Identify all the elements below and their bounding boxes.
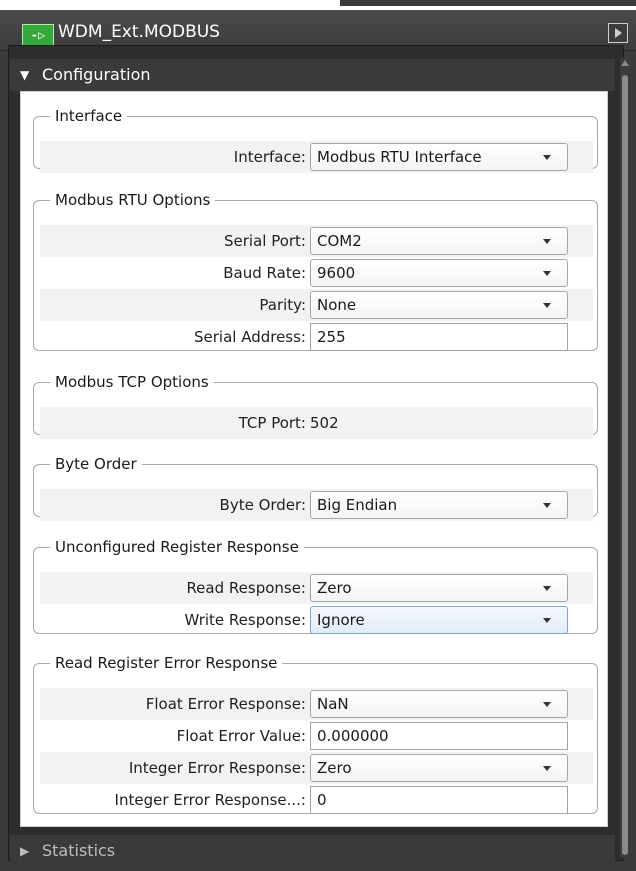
chevron-down-icon (543, 503, 551, 508)
chevron-down-icon (543, 766, 551, 771)
float-error-response-dropdown[interactable]: NaN (310, 690, 568, 718)
top-dark-bar (340, 0, 636, 6)
parity-label: Parity: (259, 296, 306, 314)
parity-dropdown[interactable]: None (310, 291, 568, 319)
configuration-content: Interface Interface: Modbus RTU Interfac… (20, 91, 608, 827)
float-error-response-value: NaN (317, 695, 349, 713)
chevron-down-icon (543, 271, 551, 276)
serial-port-dropdown[interactable]: COM2 (310, 227, 568, 255)
unconfigured-register-group: Unconfigured Register Response Read Resp… (33, 538, 598, 634)
chevron-down-icon (543, 586, 551, 591)
float-error-value-row: Float Error Value: 0.000000 (40, 720, 593, 752)
write-response-row: Write Response: Ignore (40, 604, 593, 636)
read-register-error-group: Read Register Error Response Float Error… (33, 654, 598, 814)
serial-address-input[interactable]: 255 (310, 323, 568, 351)
statistics-section-label: Statistics (42, 841, 116, 860)
read-register-error-legend: Read Register Error Response (55, 654, 278, 672)
tcp-port-value: 502 (310, 414, 339, 432)
write-response-value: Ignore (317, 611, 365, 629)
top-strip (0, 0, 636, 10)
write-response-label: Write Response: (184, 611, 306, 629)
integer-error-response-label: Integer Error Response: (128, 759, 306, 777)
tcp-port-label: TCP Port: (238, 414, 306, 432)
modbus-app-icon: -▷ (22, 24, 54, 46)
float-error-value-value: 0.000000 (317, 727, 389, 745)
rtu-options-legend: Modbus RTU Options (55, 191, 211, 209)
float-error-response-row: Float Error Response: NaN (40, 688, 593, 720)
integer-error-response-value-value: 0 (317, 791, 327, 809)
tcp-port-row: TCP Port: 502 (40, 407, 593, 439)
byte-order-row: Byte Order: Big Endian (40, 489, 593, 521)
integer-error-response-value: Zero (317, 759, 352, 777)
tcp-options-legend: Modbus TCP Options (55, 373, 209, 391)
chevron-down-icon (543, 239, 551, 244)
serial-port-label: Serial Port: (223, 232, 306, 250)
byte-order-dropdown[interactable]: Big Endian (310, 491, 568, 519)
baud-rate-row: Baud Rate: 9600 (40, 257, 593, 289)
read-response-label: Read Response: (186, 579, 306, 597)
integer-error-response-dropdown[interactable]: Zero (310, 754, 568, 782)
configuration-section-label: Configuration (42, 65, 151, 84)
tcp-options-group: Modbus TCP Options TCP Port: 502 (33, 373, 598, 439)
baud-rate-label: Baud Rate: (223, 264, 306, 282)
parity-value: None (317, 296, 357, 314)
interface-row: Interface: Modbus RTU Interface (40, 141, 593, 173)
interface-value: Modbus RTU Interface (317, 148, 482, 166)
serial-address-row: Serial Address: 255 (40, 321, 593, 353)
interface-group: Interface Interface: Modbus RTU Interfac… (33, 107, 598, 173)
integer-error-response-value-label: Integer Error Response...: (114, 791, 306, 809)
byte-order-legend: Byte Order (55, 455, 137, 473)
integer-error-response-row: Integer Error Response: Zero (40, 752, 593, 784)
triangle-right-icon (615, 28, 622, 38)
collapse-panel-button[interactable] (608, 23, 628, 43)
float-error-response-label: Float Error Response: (145, 695, 306, 713)
serial-address-label: Serial Address: (193, 328, 306, 346)
float-error-value-input[interactable]: 0.000000 (310, 722, 568, 750)
serial-port-value: COM2 (317, 232, 362, 250)
chevron-down-icon (543, 155, 551, 160)
chevron-down-icon (543, 303, 551, 308)
chevron-down-icon (543, 618, 551, 623)
baud-rate-value: 9600 (317, 264, 356, 282)
baud-rate-dropdown[interactable]: 9600 (310, 259, 568, 287)
triangle-right-icon: ▶ (20, 844, 30, 858)
chevron-down-icon (543, 702, 551, 707)
window-title: WDM_Ext.MODBUS (58, 22, 220, 42)
rtu-options-group: Modbus RTU Options Serial Port: COM2 Bau… (33, 191, 598, 351)
byte-order-label: Byte Order: (219, 496, 306, 514)
scrollbar-thumb[interactable] (622, 75, 628, 855)
scroll-up-arrow-icon[interactable] (621, 60, 629, 66)
unconfigured-register-legend: Unconfigured Register Response (55, 538, 299, 556)
serial-address-value: 255 (317, 328, 346, 346)
interface-dropdown[interactable]: Modbus RTU Interface (310, 143, 568, 171)
integer-error-response-value-input[interactable]: 0 (310, 786, 568, 814)
read-response-value: Zero (317, 579, 352, 597)
interface-group-legend: Interface (55, 107, 123, 125)
integer-error-response-value-row: Integer Error Response...: 0 (40, 784, 593, 816)
statistics-section-header[interactable]: ▶ Statistics (10, 835, 615, 867)
serial-port-row: Serial Port: COM2 (40, 225, 593, 257)
byte-order-group: Byte Order Byte Order: Big Endian (33, 455, 598, 521)
byte-order-value: Big Endian (317, 496, 398, 514)
parity-row: Parity: None (40, 289, 593, 321)
triangle-down-icon: ▼ (20, 68, 30, 82)
read-response-row: Read Response: Zero (40, 572, 593, 604)
configuration-section-header[interactable]: ▼ Configuration (10, 59, 615, 91)
write-response-dropdown[interactable]: Ignore (310, 606, 568, 634)
interface-label: Interface: (233, 148, 306, 166)
read-response-dropdown[interactable]: Zero (310, 574, 568, 602)
float-error-value-label: Float Error Value: (176, 727, 306, 745)
